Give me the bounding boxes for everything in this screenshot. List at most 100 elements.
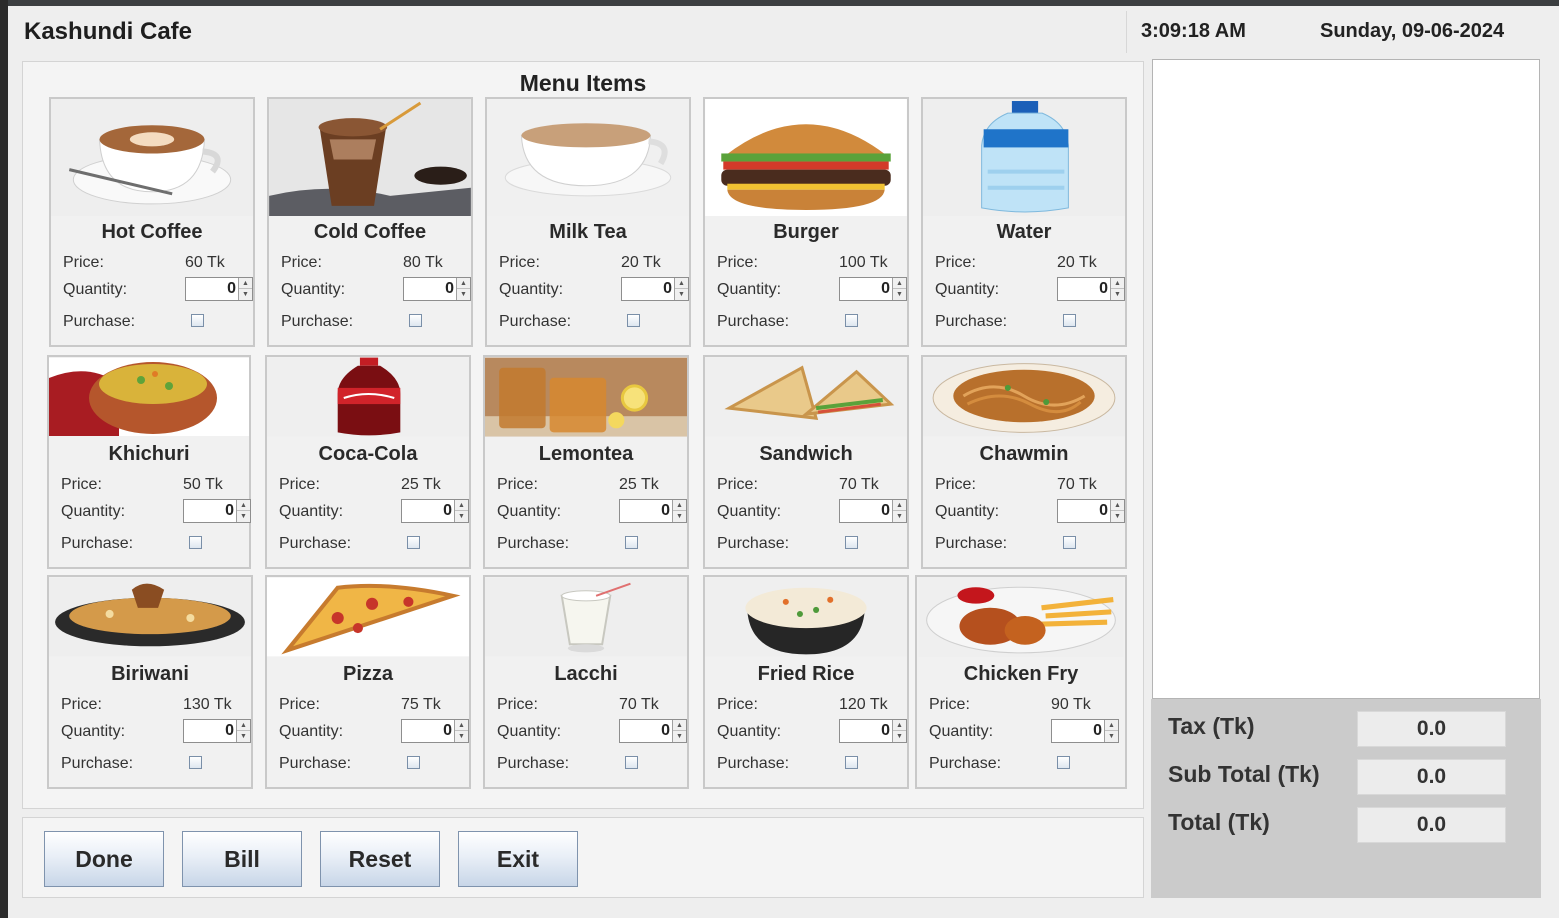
spinner-up-icon[interactable]: ▲	[237, 500, 250, 511]
quantity-value[interactable]: 0	[443, 502, 452, 520]
quantity-value[interactable]: 0	[881, 502, 890, 520]
spinner-up-icon[interactable]: ▲	[893, 720, 906, 731]
spinner-down-icon[interactable]: ▼	[239, 289, 252, 300]
quantity-value[interactable]: 0	[443, 722, 452, 740]
quantity-spinner[interactable]: 0 ▲ ▼	[621, 277, 689, 301]
spinner-arrows[interactable]: ▲ ▼	[236, 500, 250, 522]
spinner-up-icon[interactable]: ▲	[893, 278, 906, 289]
quantity-value[interactable]: 0	[663, 280, 672, 298]
purchase-checkbox[interactable]	[625, 536, 638, 549]
spinner-up-icon[interactable]: ▲	[455, 500, 468, 511]
quantity-spinner[interactable]: 0 ▲ ▼	[401, 719, 469, 743]
total-value-field[interactable]: 0.0	[1357, 807, 1506, 843]
spinner-up-icon[interactable]: ▲	[1105, 720, 1118, 731]
quantity-spinner[interactable]: 0 ▲ ▼	[1057, 277, 1125, 301]
spinner-down-icon[interactable]: ▼	[893, 511, 906, 522]
price-value: 20 Tk	[1057, 254, 1097, 271]
quantity-spinner[interactable]: 0 ▲ ▼	[183, 719, 251, 743]
spinner-up-icon[interactable]: ▲	[239, 278, 252, 289]
spinner-arrows[interactable]: ▲ ▼	[674, 278, 688, 300]
spinner-up-icon[interactable]: ▲	[1111, 500, 1124, 511]
spinner-down-icon[interactable]: ▼	[1111, 289, 1124, 300]
quantity-value[interactable]: 0	[445, 280, 454, 298]
quantity-value[interactable]: 0	[225, 502, 234, 520]
spinner-down-icon[interactable]: ▼	[675, 289, 688, 300]
purchase-checkbox[interactable]	[191, 314, 204, 327]
reset-button[interactable]: Reset	[320, 831, 440, 887]
spinner-arrows[interactable]: ▲ ▼	[236, 720, 250, 742]
quantity-value[interactable]: 0	[661, 502, 670, 520]
quantity-spinner[interactable]: 0 ▲ ▼	[839, 277, 907, 301]
quantity-value[interactable]: 0	[881, 722, 890, 740]
purchase-checkbox[interactable]	[845, 314, 858, 327]
spinner-up-icon[interactable]: ▲	[1111, 278, 1124, 289]
purchase-checkbox[interactable]	[1063, 536, 1076, 549]
spinner-arrows[interactable]: ▲ ▼	[1110, 278, 1124, 300]
exit-button[interactable]: Exit	[458, 831, 578, 887]
hot-coffee-image	[51, 99, 253, 216]
purchase-checkbox[interactable]	[189, 756, 202, 769]
quantity-value[interactable]: 0	[881, 280, 890, 298]
quantity-value[interactable]: 0	[1099, 502, 1108, 520]
spinner-down-icon[interactable]: ▼	[457, 289, 470, 300]
spinner-down-icon[interactable]: ▼	[893, 289, 906, 300]
spinner-arrows[interactable]: ▲ ▼	[892, 278, 906, 300]
spinner-down-icon[interactable]: ▼	[455, 731, 468, 742]
spinner-arrows[interactable]: ▲ ▼	[672, 720, 686, 742]
purchase-checkbox[interactable]	[845, 756, 858, 769]
quantity-value[interactable]: 0	[1099, 280, 1108, 298]
spinner-arrows[interactable]: ▲ ▼	[454, 720, 468, 742]
bill-text-area[interactable]	[1152, 59, 1540, 699]
spinner-arrows[interactable]: ▲ ▼	[892, 720, 906, 742]
quantity-spinner[interactable]: 0 ▲ ▼	[1057, 499, 1125, 523]
subtotal-value-field[interactable]: 0.0	[1357, 759, 1506, 795]
tax-value-field[interactable]: 0.0	[1357, 711, 1506, 747]
spinner-arrows[interactable]: ▲ ▼	[672, 500, 686, 522]
purchase-checkbox[interactable]	[625, 756, 638, 769]
quantity-spinner[interactable]: 0 ▲ ▼	[401, 499, 469, 523]
spinner-up-icon[interactable]: ▲	[893, 500, 906, 511]
quantity-spinner[interactable]: 0 ▲ ▼	[403, 277, 471, 301]
purchase-checkbox[interactable]	[1057, 756, 1070, 769]
bill-button[interactable]: Bill	[182, 831, 302, 887]
spinner-arrows[interactable]: ▲ ▼	[456, 278, 470, 300]
quantity-value[interactable]: 0	[227, 280, 236, 298]
quantity-spinner[interactable]: 0 ▲ ▼	[839, 499, 907, 523]
spinner-up-icon[interactable]: ▲	[237, 720, 250, 731]
quantity-value[interactable]: 0	[225, 722, 234, 740]
quantity-value[interactable]: 0	[1093, 722, 1102, 740]
done-button[interactable]: Done	[44, 831, 164, 887]
quantity-spinner[interactable]: 0 ▲ ▼	[183, 499, 251, 523]
spinner-down-icon[interactable]: ▼	[673, 731, 686, 742]
spinner-down-icon[interactable]: ▼	[673, 511, 686, 522]
spinner-down-icon[interactable]: ▼	[893, 731, 906, 742]
spinner-up-icon[interactable]: ▲	[457, 278, 470, 289]
spinner-arrows[interactable]: ▲ ▼	[892, 500, 906, 522]
purchase-checkbox[interactable]	[1063, 314, 1076, 327]
spinner-arrows[interactable]: ▲ ▼	[238, 278, 252, 300]
spinner-arrows[interactable]: ▲ ▼	[1110, 500, 1124, 522]
purchase-checkbox[interactable]	[845, 536, 858, 549]
quantity-spinner[interactable]: 0 ▲ ▼	[619, 499, 687, 523]
quantity-value[interactable]: 0	[661, 722, 670, 740]
quantity-spinner[interactable]: 0 ▲ ▼	[185, 277, 253, 301]
spinner-up-icon[interactable]: ▲	[455, 720, 468, 731]
purchase-checkbox[interactable]	[627, 314, 640, 327]
quantity-spinner[interactable]: 0 ▲ ▼	[839, 719, 907, 743]
spinner-up-icon[interactable]: ▲	[675, 278, 688, 289]
quantity-spinner[interactable]: 0 ▲ ▼	[619, 719, 687, 743]
spinner-down-icon[interactable]: ▼	[1105, 731, 1118, 742]
spinner-down-icon[interactable]: ▼	[455, 511, 468, 522]
spinner-arrows[interactable]: ▲ ▼	[1104, 720, 1118, 742]
spinner-down-icon[interactable]: ▼	[237, 731, 250, 742]
purchase-checkbox[interactable]	[409, 314, 422, 327]
purchase-checkbox[interactable]	[189, 536, 202, 549]
spinner-down-icon[interactable]: ▼	[1111, 511, 1124, 522]
spinner-up-icon[interactable]: ▲	[673, 500, 686, 511]
quantity-spinner[interactable]: 0 ▲ ▼	[1051, 719, 1119, 743]
spinner-up-icon[interactable]: ▲	[673, 720, 686, 731]
purchase-checkbox[interactable]	[407, 756, 420, 769]
spinner-down-icon[interactable]: ▼	[237, 511, 250, 522]
purchase-checkbox[interactable]	[407, 536, 420, 549]
spinner-arrows[interactable]: ▲ ▼	[454, 500, 468, 522]
